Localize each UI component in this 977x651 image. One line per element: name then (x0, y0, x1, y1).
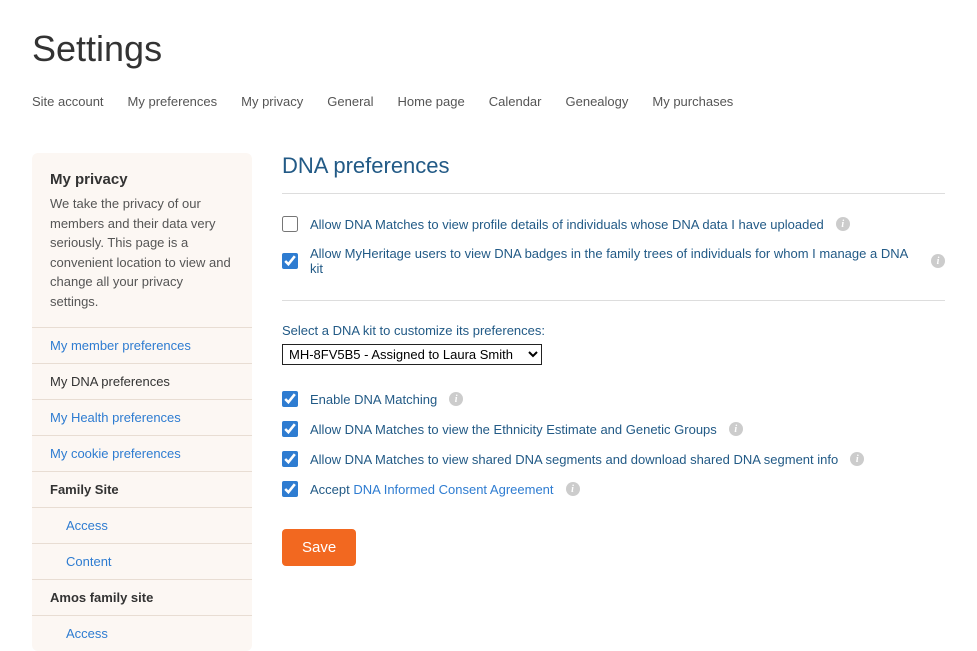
checkbox-profile-details[interactable] (282, 216, 298, 232)
info-icon[interactable]: i (729, 422, 743, 436)
tab-general[interactable]: General (327, 90, 373, 113)
pref-row-profile-details: Allow DNA Matches to view profile detail… (282, 216, 945, 232)
sidebar-item-amos-access[interactable]: Access (32, 615, 252, 651)
info-icon[interactable]: i (566, 482, 580, 496)
pref-row-consent: Accept DNA Informed Consent Agreement i (282, 481, 945, 497)
tab-my-purchases[interactable]: My purchases (652, 90, 733, 113)
label-segments[interactable]: Allow DNA Matches to view shared DNA seg… (310, 452, 838, 467)
pref-row-enable-matching: Enable DNA Matching i (282, 391, 945, 407)
sidebar-item-dna-prefs[interactable]: My DNA preferences (32, 363, 252, 399)
kit-select-label: Select a DNA kit to customize its prefer… (282, 323, 945, 338)
tab-calendar[interactable]: Calendar (489, 90, 542, 113)
info-icon[interactable]: i (850, 452, 864, 466)
checkbox-dna-badges[interactable] (282, 253, 298, 269)
main-content: DNA preferences Allow DNA Matches to vie… (282, 153, 945, 566)
label-profile-details[interactable]: Allow DNA Matches to view profile detail… (310, 217, 824, 232)
pref-row-dna-badges: Allow MyHeritage users to view DNA badge… (282, 246, 945, 276)
label-consent[interactable]: Accept DNA Informed Consent Agreement (310, 482, 554, 497)
sidebar-section-amos-site: Amos family site (32, 579, 252, 615)
label-ethnicity[interactable]: Allow DNA Matches to view the Ethnicity … (310, 422, 717, 437)
sidebar-heading: My privacy (32, 171, 252, 194)
tab-home-page[interactable]: Home page (398, 90, 465, 113)
sidebar-list: My member preferences My DNA preferences… (32, 327, 252, 651)
divider (282, 193, 945, 194)
sidebar: My privacy We take the privacy of our me… (32, 153, 252, 651)
page-title: Settings (32, 28, 945, 70)
checkbox-ethnicity[interactable] (282, 421, 298, 437)
pref-row-ethnicity: Allow DNA Matches to view the Ethnicity … (282, 421, 945, 437)
consent-link[interactable]: DNA Informed Consent Agreement (353, 482, 553, 497)
info-icon[interactable]: i (931, 254, 945, 268)
tab-genealogy[interactable]: Genealogy (566, 90, 629, 113)
info-icon[interactable]: i (836, 217, 850, 231)
sidebar-item-cookie-prefs[interactable]: My cookie preferences (32, 435, 252, 471)
divider (282, 300, 945, 301)
label-enable-matching[interactable]: Enable DNA Matching (310, 392, 437, 407)
checkbox-segments[interactable] (282, 451, 298, 467)
pref-row-segments: Allow DNA Matches to view shared DNA seg… (282, 451, 945, 467)
sidebar-item-health-prefs[interactable]: My Health preferences (32, 399, 252, 435)
checkbox-enable-matching[interactable] (282, 391, 298, 407)
tab-my-preferences[interactable]: My preferences (128, 90, 218, 113)
label-dna-badges[interactable]: Allow MyHeritage users to view DNA badge… (310, 246, 919, 276)
main-title: DNA preferences (282, 153, 945, 179)
save-button[interactable]: Save (282, 529, 356, 566)
checkbox-consent[interactable] (282, 481, 298, 497)
sidebar-section-family-site: Family Site (32, 471, 252, 507)
kit-select[interactable]: MH-8FV5B5 - Assigned to Laura Smith (282, 344, 542, 365)
sidebar-item-member-prefs[interactable]: My member preferences (32, 327, 252, 363)
tabs-nav: Site account My preferences My privacy G… (32, 90, 945, 113)
tab-site-account[interactable]: Site account (32, 90, 104, 113)
sidebar-item-family-access[interactable]: Access (32, 507, 252, 543)
info-icon[interactable]: i (449, 392, 463, 406)
sidebar-description: We take the privacy of our members and t… (32, 194, 252, 327)
tab-my-privacy[interactable]: My privacy (241, 90, 303, 113)
